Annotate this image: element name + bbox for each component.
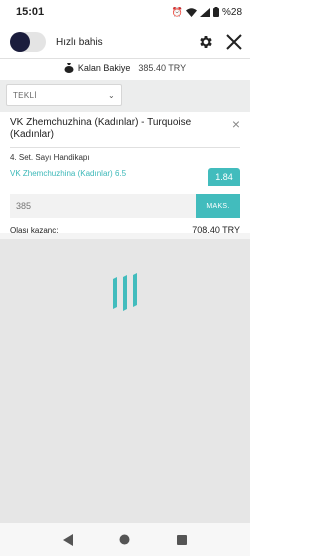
- loading-area: [0, 233, 250, 523]
- wifi-icon: [185, 7, 197, 17]
- money-bag-icon: [64, 63, 74, 73]
- remove-bet-close-icon[interactable]: ×: [232, 117, 240, 131]
- balance-amount: 385.40 TRY: [138, 63, 187, 73]
- stake-input[interactable]: [14, 194, 194, 218]
- gear-icon[interactable]: [198, 34, 214, 50]
- bet-type-select[interactable]: TEKLİ ⌄: [6, 84, 122, 106]
- chevron-down-icon: ⌄: [107, 90, 115, 100]
- recents-icon[interactable]: [176, 534, 187, 545]
- back-icon[interactable]: [63, 533, 74, 546]
- quick-bet-label: Hızlı bahis: [56, 36, 103, 48]
- odds-badge: 1.84: [208, 168, 240, 186]
- selection-name: VK Zhemchuzhina (Kadınlar) 6.5: [10, 169, 127, 178]
- toggle-knob: [10, 32, 30, 52]
- balance-row: Kalan Bakiye 385.40 TRY: [0, 60, 250, 76]
- quick-bet-toggle[interactable]: [10, 32, 46, 52]
- close-icon[interactable]: [226, 34, 242, 50]
- market-name: 4. Set. Sayı Handikapı: [10, 153, 90, 162]
- signal-icon: [199, 7, 210, 17]
- bet-type-bar: TEKLİ ⌄: [0, 80, 250, 112]
- battery-icon: [212, 7, 219, 17]
- status-bar: 15:01 ⏰ %28: [0, 0, 250, 24]
- battery-percent: %28: [221, 6, 242, 18]
- card-divider: [10, 147, 240, 148]
- header-bar: Hızlı bahis: [0, 26, 250, 58]
- alarm-icon: ⏰: [171, 7, 183, 17]
- header-divider: [0, 58, 250, 59]
- bet-slip-card: VK Zhemchuzhina (Kadınlar) - Turquoise (…: [0, 112, 250, 235]
- system-nav-bar: [0, 523, 250, 556]
- status-icons: ⏰ %28: [172, 7, 242, 18]
- stake-row: MAKS.: [10, 194, 240, 218]
- match-title: VK Zhemchuzhina (Kadınlar) - Turquoise (…: [10, 117, 192, 140]
- bet-type-value: TEKLİ: [13, 90, 37, 100]
- status-time: 15:01: [16, 6, 45, 18]
- header-actions: [198, 34, 242, 50]
- max-stake-button[interactable]: MAKS.: [196, 194, 240, 218]
- home-icon[interactable]: [119, 534, 130, 545]
- lower-top-strip: [0, 233, 250, 239]
- loading-bars-icon: [113, 273, 137, 311]
- balance-label: Kalan Bakiye: [77, 63, 131, 73]
